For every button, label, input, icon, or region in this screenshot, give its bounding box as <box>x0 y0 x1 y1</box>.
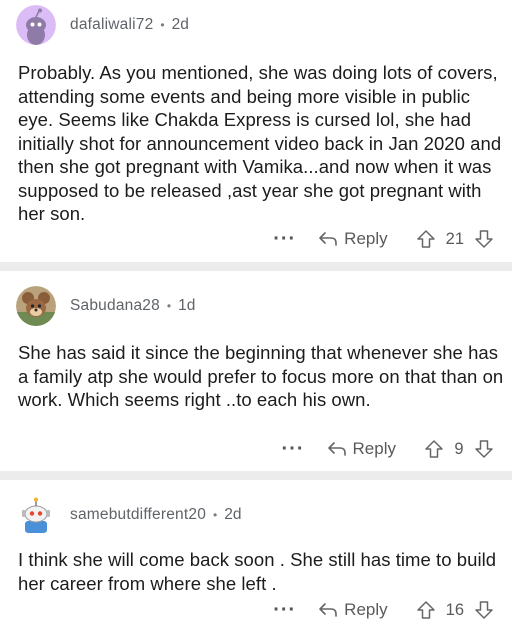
reply-button[interactable]: Reply <box>327 439 396 459</box>
upvote-arrow-icon[interactable] <box>424 439 444 459</box>
vote-controls: 21 <box>416 229 494 249</box>
comment-actions: ··· Reply 21 <box>273 229 494 249</box>
vote-count: 21 <box>445 229 464 248</box>
cartoon-mouse-avatar-icon[interactable] <box>16 286 56 326</box>
reply-arrow-icon <box>327 442 346 456</box>
reply-arrow-icon <box>319 603 337 617</box>
meta-separator: • <box>160 18 165 32</box>
comment-header: dafaliwali72 • 2d <box>16 5 189 45</box>
reply-label: Reply <box>352 439 396 458</box>
meta-separator: • <box>166 299 172 313</box>
reply-button[interactable]: Reply <box>318 229 388 249</box>
reply-button[interactable]: Reply <box>318 600 388 620</box>
vote-controls: 16 <box>416 600 494 620</box>
reply-label: Reply <box>344 600 388 619</box>
comment-age: 1d <box>178 297 196 314</box>
username[interactable]: Sabudana28 <box>70 297 160 315</box>
more-options-button[interactable]: ··· <box>273 229 296 249</box>
comment-text: I think she will come back soon . She st… <box>18 549 497 594</box>
comment-actions: ··· Reply 16 <box>273 600 494 620</box>
reply-label: Reply <box>344 229 388 248</box>
comment-text: Probably. As you mentioned, she was doin… <box>18 62 502 224</box>
comment-divider <box>0 262 512 271</box>
downvote-arrow-icon[interactable] <box>474 439 494 459</box>
vote-controls: 9 <box>424 439 494 459</box>
comment-age: 2d <box>224 506 242 523</box>
comment-text: She has said it since the beginning that… <box>18 342 504 410</box>
snoo-purple-avatar-icon[interactable] <box>16 5 56 45</box>
more-options-button[interactable]: ··· <box>273 600 296 620</box>
upvote-arrow-icon[interactable] <box>416 600 436 620</box>
username[interactable]: samebutdifferent20 <box>70 506 206 524</box>
reply-arrow-icon <box>319 232 337 246</box>
vote-count: 16 <box>445 600 464 619</box>
upvote-arrow-icon[interactable] <box>416 229 436 249</box>
snoo-robot-avatar-icon[interactable] <box>16 495 56 535</box>
meta-separator: • <box>213 508 218 522</box>
comment-2: Sabudana28 • 1d She has said it since th… <box>0 271 512 471</box>
username[interactable]: dafaliwali72 <box>70 16 153 34</box>
downvote-arrow-icon[interactable] <box>474 229 494 249</box>
more-options-button[interactable]: ··· <box>282 439 305 459</box>
comment-divider <box>0 471 512 480</box>
comment-age: 2d <box>171 16 189 33</box>
comment-1: dafaliwali72 • 2d Probably. As you menti… <box>0 0 512 262</box>
vote-count: 9 <box>454 439 464 458</box>
downvote-arrow-icon[interactable] <box>474 600 494 620</box>
comment-header: Sabudana28 • 1d <box>16 286 195 326</box>
comment-header: samebutdifferent20 • 2d <box>16 495 241 535</box>
comment-actions: ··· Reply 9 <box>282 439 494 459</box>
comment-3: samebutdifferent20 • 2d I think she will… <box>0 480 512 631</box>
